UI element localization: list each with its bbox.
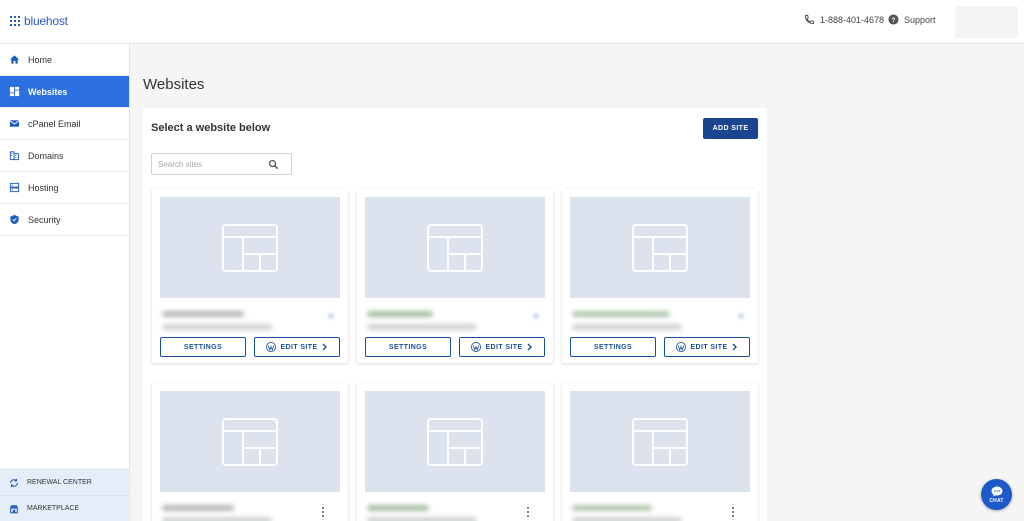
search-box (151, 153, 292, 175)
domains-icon (9, 151, 20, 161)
edit-site-label: EDIT SITE (690, 343, 728, 351)
logo-text: bluehost (24, 14, 68, 28)
renewal-icon (10, 478, 18, 487)
sidebar-item-label: cPanel Email (28, 118, 81, 129)
site-layout-icon (632, 223, 688, 272)
sidebar-item-label: Home (28, 54, 53, 65)
site-url-blurred (572, 517, 682, 521)
home-icon (9, 55, 20, 64)
panel-heading: Select a website below (151, 122, 271, 134)
support-label: Support (904, 14, 936, 25)
wordpress-icon (266, 342, 277, 352)
renewal-center-label: RENEWAL CENTER (27, 479, 92, 486)
websites-panel: Select a website below ADD SITE SETTINGS… (143, 108, 767, 521)
sidebar-item-label: Websites (28, 86, 68, 97)
site-name-blurred (572, 311, 670, 317)
help-circle-icon: ? (888, 14, 899, 25)
website-card: SETTINGS EDIT SITE (357, 189, 553, 363)
more-options-icon[interactable] (523, 505, 533, 519)
sidebar-item-home[interactable]: Home (0, 44, 129, 76)
sidebar-item-label: Hosting (28, 182, 59, 193)
site-name-blurred (572, 505, 652, 511)
site-layout-icon (427, 417, 483, 466)
site-url-blurred (367, 517, 477, 521)
sidebar-item-hosting[interactable]: Hosting (0, 172, 129, 204)
sidebar: Home Websites cPanel Email Domains Hosti… (0, 44, 130, 521)
chevron-right-icon (322, 343, 327, 351)
site-url-blurred (162, 517, 272, 521)
site-url-blurred (572, 324, 682, 330)
edit-site-label: EDIT SITE (485, 343, 523, 351)
site-layout-icon (632, 417, 688, 466)
site-status-icon (738, 313, 744, 319)
logo-grid-icon (10, 16, 20, 26)
top-bar: bluehost 1-888-401-4678 ? Support (0, 0, 1024, 44)
edit-site-label: EDIT SITE (280, 343, 318, 351)
shield-icon (10, 214, 19, 225)
add-site-button[interactable]: ADD SITE (703, 118, 758, 139)
edit-site-button[interactable]: EDIT SITE (254, 337, 340, 357)
settings-button[interactable]: SETTINGS (570, 337, 656, 357)
bluehost-logo[interactable]: bluehost (10, 13, 68, 29)
email-icon (9, 120, 20, 127)
settings-button[interactable]: SETTINGS (160, 337, 246, 357)
more-options-icon[interactable] (728, 505, 738, 519)
chat-bubble-icon (991, 486, 1002, 496)
marketplace-icon (10, 504, 18, 513)
sidebar-item-cpanel-email[interactable]: cPanel Email (0, 108, 129, 140)
site-status-icon (328, 313, 334, 319)
sidebar-item-label: Security (28, 214, 61, 225)
hosting-icon (9, 182, 20, 193)
site-thumbnail[interactable] (160, 391, 340, 492)
site-layout-icon (427, 223, 483, 272)
site-thumbnail[interactable] (570, 391, 750, 492)
site-name-blurred (162, 505, 234, 511)
site-status-icon (533, 313, 539, 319)
settings-button[interactable]: SETTINGS (365, 337, 451, 357)
site-thumbnail[interactable] (570, 197, 750, 298)
website-card (152, 383, 348, 521)
marketplace-link[interactable]: MARKETPLACE (0, 495, 130, 521)
website-card (562, 383, 758, 521)
more-options-icon[interactable] (318, 505, 328, 519)
page-title: Websites (143, 76, 205, 93)
phone-icon (804, 14, 815, 25)
site-thumbnail[interactable] (365, 391, 545, 492)
wordpress-icon (676, 342, 687, 352)
site-layout-icon (222, 417, 278, 466)
sidebar-item-domains[interactable]: Domains (0, 140, 129, 172)
support-link[interactable]: ? Support (888, 14, 936, 25)
chevron-right-icon (732, 343, 737, 351)
site-name-blurred (367, 311, 433, 317)
site-name-blurred (162, 311, 244, 317)
edit-site-button[interactable]: EDIT SITE (459, 337, 545, 357)
chat-label: CHAT (989, 497, 1004, 504)
site-layout-icon (222, 223, 278, 272)
site-url-blurred (367, 324, 477, 330)
edit-site-button[interactable]: EDIT SITE (664, 337, 750, 357)
website-card: SETTINGS EDIT SITE (562, 189, 758, 363)
renewal-center-link[interactable]: RENEWAL CENTER (0, 469, 130, 495)
sidebar-item-security[interactable]: Security (0, 204, 129, 236)
search-input[interactable] (158, 157, 258, 171)
site-thumbnail[interactable] (365, 197, 545, 298)
account-menu[interactable] (955, 6, 1018, 38)
search-icon[interactable] (268, 159, 279, 170)
chevron-right-icon (527, 343, 532, 351)
wordpress-icon (471, 342, 482, 352)
sidebar-bottom-links: RENEWAL CENTER MARKETPLACE (0, 469, 130, 521)
sidebar-item-websites[interactable]: Websites (0, 76, 129, 108)
sidebar-item-label: Domains (28, 150, 64, 161)
phone-number: 1-888-401-4678 (820, 14, 885, 25)
marketplace-label: MARKETPLACE (27, 505, 80, 512)
website-card: SETTINGS EDIT SITE (152, 189, 348, 363)
svg-text:?: ? (892, 17, 896, 24)
phone-link[interactable]: 1-888-401-4678 (804, 14, 884, 25)
chat-button[interactable]: CHAT (981, 479, 1012, 510)
site-url-blurred (162, 324, 272, 330)
site-name-blurred (367, 505, 429, 511)
website-card (357, 383, 553, 521)
site-thumbnail[interactable] (160, 197, 340, 298)
websites-icon (9, 86, 20, 97)
